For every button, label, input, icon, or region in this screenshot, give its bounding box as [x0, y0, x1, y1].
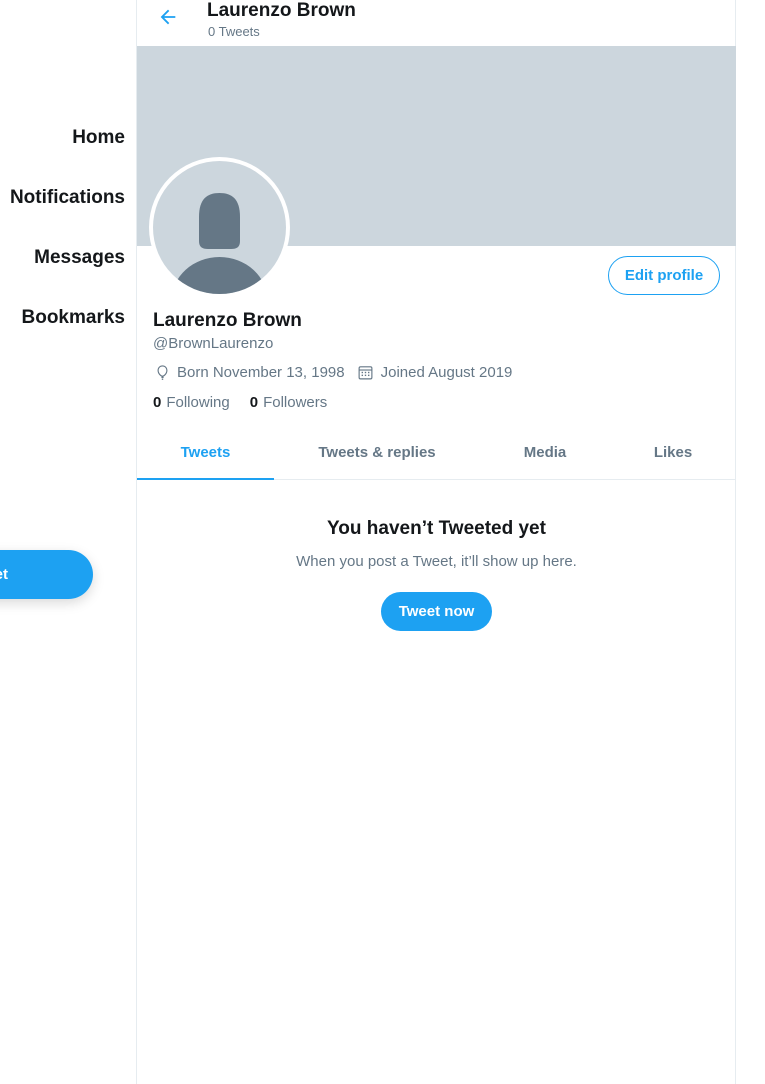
birth-date: Born November 13, 1998 [153, 363, 345, 381]
tab-label: Media [523, 444, 567, 461]
followers-label: Followers [263, 394, 328, 411]
sidebar-item-notifications[interactable]: Notifications [0, 178, 130, 218]
arrow-left-icon [157, 6, 179, 33]
tab-label: Likes [653, 444, 693, 461]
profile-meta: Born November 13, 1998 Joined August 201… [153, 363, 524, 381]
follow-stats: 0 Following 0 Followers [153, 394, 347, 411]
profile-header: Laurenzo Brown 0 Tweets [137, 0, 735, 46]
followers-link[interactable]: 0 Followers [250, 394, 328, 411]
following-link[interactable]: 0 Following [153, 394, 230, 411]
following-label: Following [166, 394, 230, 411]
default-avatar-icon [153, 161, 286, 294]
calendar-icon [357, 363, 375, 381]
sidebar-item-label: Bookmarks [21, 307, 126, 328]
tweet-now-label: Tweet now [398, 603, 475, 620]
join-date: Joined August 2019 [357, 363, 513, 381]
avatar[interactable] [149, 157, 290, 298]
tab-tweets-replies[interactable]: Tweets & replies [274, 426, 480, 479]
profile-name: Laurenzo Brown [153, 310, 302, 331]
edit-profile-label: Edit profile [624, 267, 704, 284]
sidebar-item-bookmarks[interactable]: Bookmarks [0, 298, 130, 338]
profile-column: Laurenzo Brown 0 Tweets Edit profile Lau… [136, 0, 736, 1084]
header-tweet-count: 0 Tweets [208, 24, 260, 39]
sidebar-item-label: Messages [34, 247, 125, 268]
tweet-button[interactable]: Tweet [0, 550, 93, 599]
tab-label: Tweets & replies [318, 444, 436, 461]
sidebar-item-home[interactable]: Home [0, 118, 130, 158]
back-button[interactable] [153, 4, 183, 34]
sidebar-item-messages[interactable]: Messages [0, 238, 130, 278]
tweet-now-button[interactable]: Tweet now [381, 592, 492, 631]
empty-state-title: You haven’t Tweeted yet [327, 518, 546, 539]
birth-date-text: Born November 13, 1998 [177, 363, 345, 381]
tweet-button-label: Tweet [0, 566, 8, 583]
followers-count: 0 [249, 394, 259, 411]
sidebar-item-label: Home [72, 127, 125, 148]
empty-state-subtitle: When you post a Tweet, it’ll show up her… [296, 553, 577, 570]
tab-likes[interactable]: Likes [610, 426, 736, 479]
left-sidebar: Home Notifications Messages Bookmarks Tw… [0, 0, 136, 1084]
tab-tweets[interactable]: Tweets [137, 426, 274, 480]
header-title: Laurenzo Brown [207, 0, 356, 21]
edit-profile-button[interactable]: Edit profile [608, 256, 720, 295]
profile-handle: @BrownLaurenzo [153, 335, 274, 352]
profile-tabs: Tweets Tweets & replies Media Likes [137, 426, 736, 480]
tab-label: Tweets [180, 444, 231, 461]
join-date-text: Joined August 2019 [380, 363, 513, 381]
tab-media[interactable]: Media [480, 426, 610, 479]
following-count: 0 [153, 394, 162, 411]
balloon-icon [153, 363, 171, 381]
sidebar-item-label: Notifications [9, 187, 125, 208]
